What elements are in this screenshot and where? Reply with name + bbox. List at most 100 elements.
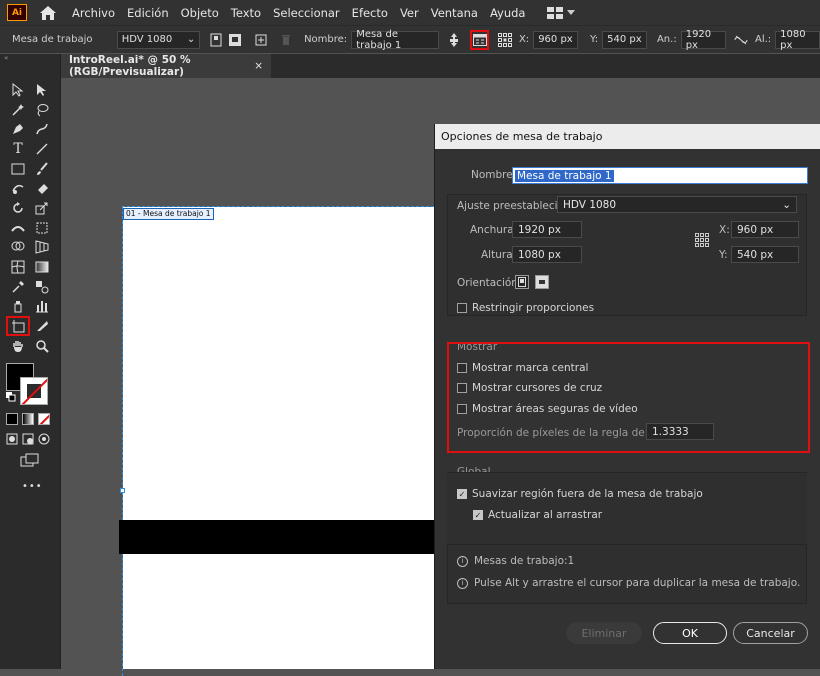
draw-behind-icon[interactable] bbox=[22, 433, 34, 445]
checkbox[interactable] bbox=[457, 404, 467, 414]
preset-select[interactable]: HDV 1080 ⌄ bbox=[116, 30, 201, 49]
reference-point-icon[interactable] bbox=[695, 233, 709, 250]
y-input[interactable]: 540 px bbox=[602, 30, 647, 49]
menu-ver[interactable]: Ver bbox=[400, 6, 419, 20]
draw-normal-icon[interactable] bbox=[6, 433, 18, 445]
orientation-label: Orientación: bbox=[457, 277, 522, 289]
x-field[interactable]: 960 px bbox=[731, 221, 799, 238]
menu-edicion[interactable]: Edición bbox=[127, 6, 169, 20]
portrait-orientation-icon[interactable] bbox=[515, 275, 529, 289]
pen-tool-icon[interactable] bbox=[6, 119, 30, 139]
artboard[interactable] bbox=[123, 207, 443, 669]
update-drag-checkbox[interactable]: ✓ Actualizar al arrastrar bbox=[473, 509, 602, 521]
none-mode-icon[interactable] bbox=[38, 413, 50, 425]
close-icon[interactable]: × bbox=[254, 60, 263, 72]
slice-tool-icon[interactable] bbox=[30, 316, 54, 336]
delete-artboard-icon[interactable] bbox=[279, 32, 294, 48]
x-label: X: bbox=[518, 34, 530, 45]
menu-seleccionar[interactable]: Seleccionar bbox=[273, 6, 340, 20]
selection-tool-icon[interactable] bbox=[6, 80, 30, 100]
landscape-icon[interactable] bbox=[228, 32, 243, 48]
portrait-icon[interactable] bbox=[208, 32, 223, 48]
home-icon[interactable] bbox=[39, 5, 57, 21]
gradient-tool-icon[interactable] bbox=[30, 257, 54, 277]
show-cross-hairs-checkbox[interactable]: Mostrar cursores de cruz bbox=[457, 382, 602, 394]
shape-builder-tool-icon[interactable] bbox=[6, 238, 30, 258]
y-label: Y: bbox=[719, 249, 728, 261]
lasso-tool-icon[interactable] bbox=[30, 100, 54, 120]
paintbrush-tool-icon[interactable] bbox=[30, 159, 54, 179]
eyedropper-tool-icon[interactable] bbox=[6, 277, 30, 297]
rectangle-tool-icon[interactable] bbox=[6, 159, 30, 179]
black-rectangle-object[interactable] bbox=[119, 520, 444, 554]
preset-dropdown[interactable]: HDV 1080 ⌄ bbox=[557, 196, 797, 213]
artboard-border-left bbox=[122, 206, 123, 676]
document-tab[interactable]: IntroReel.ai* @ 50 % (RGB/Previsualizar)… bbox=[61, 54, 271, 78]
magic-wand-tool-icon[interactable] bbox=[6, 100, 30, 120]
gradient-mode-icon[interactable] bbox=[22, 413, 34, 425]
hand-tool-icon[interactable] bbox=[6, 336, 30, 356]
column-graph-tool-icon[interactable] bbox=[30, 297, 54, 317]
checkbox[interactable] bbox=[457, 383, 467, 393]
move-with-artboard-icon[interactable] bbox=[447, 32, 462, 48]
workspace-switcher[interactable] bbox=[547, 6, 576, 19]
panel-collapse-icon[interactable]: « bbox=[0, 54, 60, 64]
cancel-button[interactable]: Cancelar bbox=[733, 622, 808, 644]
menu-texto[interactable]: Texto bbox=[231, 6, 261, 20]
link-proportions-icon[interactable] bbox=[734, 32, 749, 48]
reference-point-icon[interactable] bbox=[497, 32, 513, 48]
new-artboard-icon[interactable] bbox=[253, 32, 268, 48]
menu-archivo[interactable]: Archivo bbox=[72, 6, 115, 20]
mesh-tool-icon[interactable] bbox=[6, 257, 30, 277]
zoom-tool-icon[interactable] bbox=[30, 336, 54, 356]
eraser-tool-icon[interactable] bbox=[30, 178, 54, 198]
width-input[interactable]: 1920 px bbox=[680, 29, 726, 51]
width-field[interactable]: 1920 px bbox=[512, 221, 582, 238]
free-transform-tool-icon[interactable] bbox=[30, 218, 54, 238]
symbol-sprayer-tool-icon[interactable] bbox=[6, 297, 30, 317]
y-field[interactable]: 540 px bbox=[731, 246, 799, 263]
shaper-tool-icon[interactable] bbox=[6, 178, 30, 198]
width-tool-icon[interactable] bbox=[6, 218, 30, 238]
artboard-label[interactable]: 01 - Mesa de trabajo 1 bbox=[123, 208, 214, 220]
fade-region-checkbox[interactable]: ✓ Suavizar región fuera de la mesa de tra… bbox=[457, 488, 703, 500]
landscape-orientation-icon[interactable] bbox=[535, 275, 549, 289]
menu-efecto[interactable]: Efecto bbox=[352, 6, 388, 20]
show-center-mark-checkbox[interactable]: Mostrar marca central bbox=[457, 362, 588, 374]
edit-toolbar-icon[interactable]: ••• bbox=[22, 481, 43, 492]
menu-ventana[interactable]: Ventana bbox=[431, 6, 478, 20]
color-mode-icon[interactable] bbox=[6, 413, 18, 425]
checkmark-icon[interactable]: ✓ bbox=[473, 510, 483, 520]
height-field[interactable]: 1080 px bbox=[512, 246, 582, 263]
artboard-options-icon[interactable] bbox=[470, 29, 490, 50]
checkbox[interactable] bbox=[457, 363, 467, 373]
perspective-grid-tool-icon[interactable] bbox=[30, 238, 54, 258]
constrain-proportions-checkbox[interactable]: Restringir proporciones bbox=[457, 302, 594, 314]
pixel-ratio-field[interactable]: 1.3333 bbox=[646, 423, 714, 440]
delete-button[interactable]: Eliminar bbox=[566, 622, 642, 644]
height-input[interactable]: 1080 px bbox=[775, 29, 820, 51]
rotate-tool-icon[interactable] bbox=[6, 198, 30, 218]
line-tool-icon[interactable] bbox=[30, 139, 54, 159]
type-tool-icon[interactable]: T bbox=[6, 139, 30, 159]
curvature-tool-icon[interactable] bbox=[30, 119, 54, 139]
ok-button[interactable]: OK bbox=[653, 622, 727, 644]
constrain-proportions-label: Restringir proporciones bbox=[472, 302, 595, 314]
show-safe-areas-checkbox[interactable]: Mostrar áreas seguras de vídeo bbox=[457, 403, 638, 415]
artboard-tool-icon[interactable] bbox=[6, 316, 30, 336]
artboard-name-input[interactable]: Mesa de trabajo 1 bbox=[351, 29, 439, 51]
x-input[interactable]: 960 px bbox=[533, 30, 578, 49]
draw-inside-icon[interactable] bbox=[38, 433, 50, 445]
scale-tool-icon[interactable] bbox=[30, 198, 54, 218]
screen-mode-icon[interactable] bbox=[20, 453, 40, 470]
menu-objeto[interactable]: Objeto bbox=[181, 6, 219, 20]
artboard-name-field[interactable]: Mesa de trabajo 1 bbox=[512, 167, 808, 184]
checkmark-icon[interactable]: ✓ bbox=[457, 489, 467, 499]
artboard-handle[interactable] bbox=[120, 488, 125, 493]
checkbox[interactable] bbox=[457, 303, 467, 313]
blend-tool-icon[interactable] bbox=[30, 277, 54, 297]
direct-selection-tool-icon[interactable] bbox=[30, 80, 54, 100]
stroke-swatch[interactable] bbox=[20, 377, 48, 405]
default-colors-icon[interactable] bbox=[6, 392, 16, 402]
menu-ayuda[interactable]: Ayuda bbox=[490, 6, 526, 20]
